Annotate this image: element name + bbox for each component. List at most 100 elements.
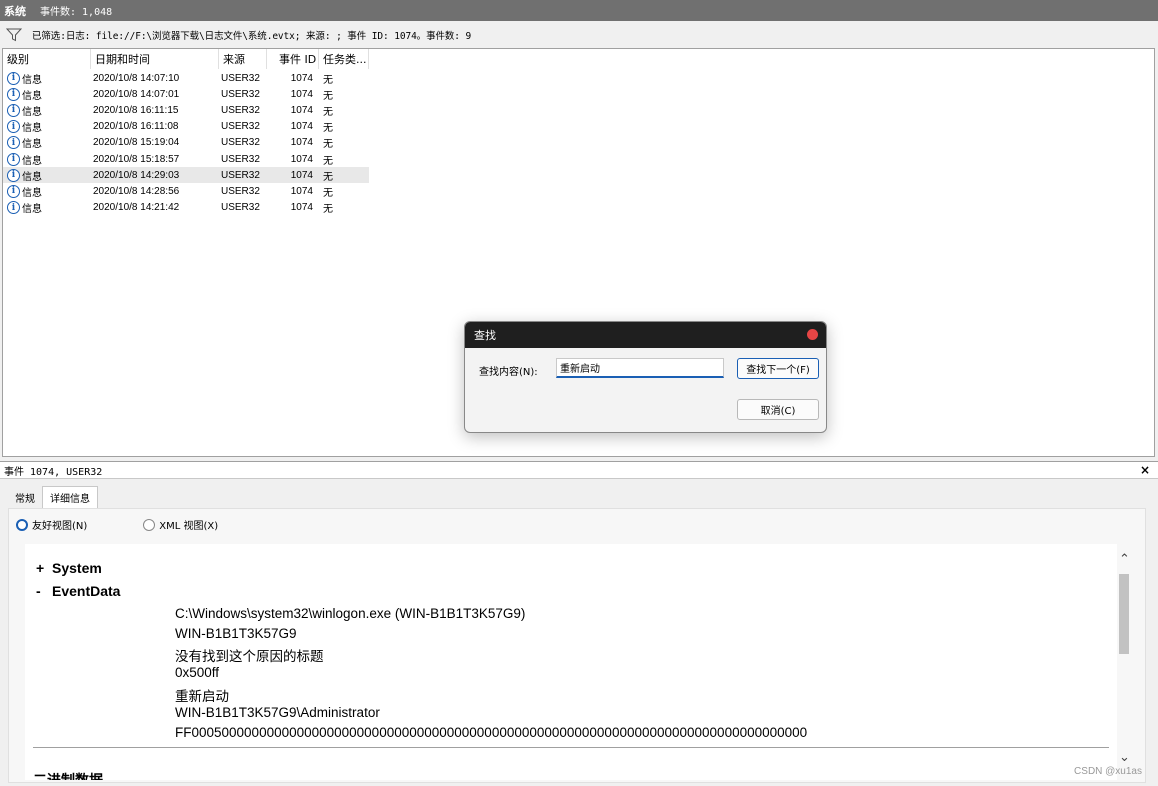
level-cell: i 信息: [7, 119, 42, 134]
level-text: 信息: [22, 155, 42, 167]
level-text: 信息: [22, 187, 42, 199]
date-cell: 2020/10/8 15:19:04: [93, 137, 180, 149]
event-id-cell: 1074: [290, 137, 313, 149]
event-id-cell: 1074: [290, 88, 313, 100]
level-cell: i 信息: [7, 152, 42, 167]
friendly-view-radio[interactable]: [16, 518, 28, 531]
date-cell: 2020/10/8 15:18:57: [93, 153, 180, 165]
level-cell: i 信息: [7, 135, 42, 150]
view-mode-options: 友好视图(N) XML 视图(X): [16, 517, 218, 532]
scroll-thumb[interactable]: [1119, 574, 1129, 654]
collapse-icon[interactable]: -: [36, 583, 52, 599]
detail-title: 事件 1074, USER32: [4, 466, 103, 478]
info-icon: i: [7, 103, 20, 117]
node-eventdata-label: EventData: [52, 583, 121, 599]
scroll-down-icon[interactable]: ⌄: [1119, 750, 1130, 765]
level-cell: i 信息: [7, 184, 42, 199]
close-icon[interactable]: [807, 329, 818, 340]
date-cell: 2020/10/8 16:11:08: [93, 121, 179, 133]
event-data-value: 没有找到这个原因的标题: [175, 649, 324, 664]
friendly-view-label[interactable]: 友好视图(N): [32, 517, 87, 532]
info-icon: i: [7, 152, 20, 166]
date-cell: 2020/10/8 14:28:56: [93, 185, 180, 197]
level-text: 信息: [22, 171, 42, 183]
table-row[interactable]: i 信息 2020/10/8 14:21:42 USER32 1074 无: [3, 200, 369, 216]
xml-view-label[interactable]: XML 视图(X): [159, 517, 218, 532]
source-cell: USER32: [221, 169, 260, 181]
source-cell: USER32: [221, 104, 260, 116]
level-cell: i 信息: [7, 103, 42, 118]
find-input[interactable]: [556, 358, 724, 378]
event-id-cell: 1074: [290, 169, 313, 181]
date-cell: 2020/10/8 14:07:01: [93, 88, 180, 100]
find-dialog-titlebar: 查找: [465, 322, 826, 348]
level-cell: i 信息: [7, 200, 42, 215]
xml-view-radio[interactable]: [143, 518, 156, 531]
table-row[interactable]: i 信息 2020/10/8 14:29:03 USER32 1074 无: [3, 167, 369, 184]
event-data-value: WIN-B1B1T3K57G9\Administrator: [175, 705, 380, 720]
event-id-cell: 1074: [290, 185, 313, 197]
detail-tabs: 常规 详细信息: [8, 486, 98, 508]
info-icon: i: [7, 71, 20, 85]
expand-icon[interactable]: +: [36, 560, 52, 576]
task-cell: 无: [323, 171, 333, 183]
event-data-value: WIN-B1B1T3K57G9: [175, 626, 297, 641]
window-title-bar: 系统 事件数: 1,048: [0, 0, 1158, 21]
task-cell: 无: [323, 187, 333, 199]
column-header-date[interactable]: 日期和时间: [91, 49, 219, 69]
level-text: 信息: [22, 74, 42, 86]
friendly-view-content: + System - EventData C:\Windows\system32\w…: [25, 544, 1117, 780]
table-row[interactable]: i 信息 2020/10/8 14:07:01 USER32 1074 无: [3, 86, 369, 102]
level-text: 信息: [22, 204, 42, 216]
watermark: CSDN @xu1as: [1074, 766, 1142, 777]
date-cell: 2020/10/8 14:29:03: [93, 169, 180, 181]
task-cell: 无: [323, 204, 333, 216]
divider: [33, 747, 1109, 748]
source-cell: USER32: [221, 72, 260, 84]
node-eventdata[interactable]: - EventData: [36, 583, 120, 599]
event-id-cell: 1074: [290, 121, 313, 133]
tab-general[interactable]: 常规: [8, 486, 42, 508]
level-cell: i 信息: [7, 87, 42, 102]
level-cell: i 信息: [7, 168, 42, 183]
event-id-cell: 1074: [290, 104, 313, 116]
info-icon: i: [7, 168, 20, 182]
node-system-label: System: [52, 560, 102, 576]
event-id-cell: 1074: [290, 202, 313, 214]
table-row[interactable]: i 信息 2020/10/8 16:11:08 USER32 1074 无: [3, 119, 369, 135]
date-cell: 2020/10/8 16:11:15: [93, 104, 179, 116]
table-row[interactable]: i 信息 2020/10/8 14:07:10 USER32 1074 无: [3, 70, 369, 86]
source-cell: USER32: [221, 153, 260, 165]
event-count: 事件数: 1,048: [40, 7, 113, 18]
table-row[interactable]: i 信息 2020/10/8 15:18:57 USER32 1074 无: [3, 151, 369, 167]
find-next-button[interactable]: 查找下一个(F): [737, 358, 819, 379]
event-id-cell: 1074: [290, 72, 313, 84]
cancel-button[interactable]: 取消(C): [737, 399, 819, 420]
column-header-event-id[interactable]: 事件 ID: [267, 49, 319, 69]
event-data-value: FF00050000000000000000000000000000000000…: [175, 725, 808, 740]
find-dialog-title: 查找: [474, 329, 496, 342]
level-text: 信息: [22, 139, 42, 151]
node-system[interactable]: + System: [36, 560, 102, 576]
info-icon: i: [7, 87, 20, 101]
table-row[interactable]: i 信息 2020/10/8 15:19:04 USER32 1074 无: [3, 135, 369, 151]
column-header-task[interactable]: 任务类...: [319, 49, 369, 69]
tab-details[interactable]: 详细信息: [42, 486, 98, 508]
column-header-level[interactable]: 级别: [3, 49, 91, 69]
table-row[interactable]: i 信息 2020/10/8 14:28:56 USER32 1074 无: [3, 183, 369, 199]
column-header-source[interactable]: 来源: [219, 49, 267, 69]
event-data-value: 重新启动: [175, 689, 229, 704]
vertical-scrollbar[interactable]: ⌃ ⌄: [1117, 544, 1133, 774]
date-cell: 2020/10/8 14:21:42: [93, 202, 180, 214]
filter-icon: [6, 28, 22, 42]
find-dialog: 查找 查找内容(N): 查找下一个(F) 取消(C): [464, 321, 827, 433]
event-id-cell: 1074: [290, 153, 313, 165]
task-cell: 无: [323, 139, 333, 151]
close-detail-icon[interactable]: ×: [1140, 463, 1150, 477]
info-icon: i: [7, 120, 20, 134]
table-row[interactable]: i 信息 2020/10/8 16:11:15 USER32 1074 无: [3, 102, 369, 118]
level-cell: i 信息: [7, 71, 42, 86]
task-cell: 无: [323, 106, 333, 118]
scroll-up-icon[interactable]: ⌃: [1119, 552, 1130, 567]
log-name: 系统: [4, 4, 26, 18]
